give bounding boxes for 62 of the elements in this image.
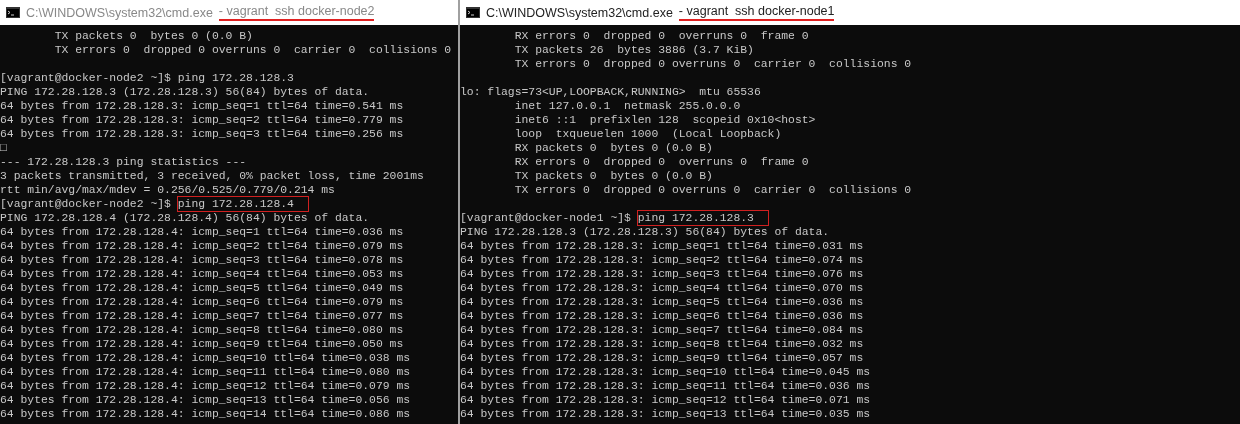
console-line: 64 bytes from 172.28.128.3: icmp_seq=2 ttl=64 time=0.074 ms	[460, 253, 864, 267]
console-line: PING 172.28.128.3 (172.28.128.3) 56(84) bytes of data.	[0, 85, 370, 99]
console-line: TX packets 26 bytes 3886 (3.7 KiB)	[513, 43, 754, 57]
session-title: - vagrant ssh docker-node1	[678, 4, 835, 21]
console-line: 3 packets transmitted, 3 received, 0% packet loss, time 2001ms	[0, 169, 424, 183]
console-line: 64 bytes from 172.28.128.3: icmp_seq=13 ttl=64 time=0.035 ms	[460, 407, 871, 421]
console-line: TX packets 0 bytes 0 (0.0 B)	[53, 29, 253, 43]
console-line: inet 127.0.0.1 netmask 255.0.0.0	[513, 99, 741, 113]
window-title: C:\WINDOWS\system32\cmd.exe	[486, 5, 673, 20]
console-line: 64 bytes from 172.28.128.3: icmp_seq=12 ttl=64 time=0.071 ms	[460, 393, 871, 407]
console-line: 64 bytes from 172.28.128.3: icmp_seq=2 ttl=64 time=0.779 ms	[0, 113, 404, 127]
console-line: 64 bytes from 172.28.128.4: icmp_seq=6 ttl=64 time=0.079 ms	[0, 295, 404, 309]
console-line: lo: flags=73<UP,LOOPBACK,RUNNING> mtu 65536	[460, 85, 761, 99]
console-line: 64 bytes from 172.28.128.3: icmp_seq=8 ttl=64 time=0.032 ms	[460, 337, 864, 351]
console-line: 64 bytes from 172.28.128.3: icmp_seq=9 ttl=64 time=0.057 ms	[460, 351, 864, 365]
console-line: □	[0, 141, 7, 155]
console-line: TX errors 0 dropped 0 overruns 0 carrier 0 collisions 0	[53, 43, 452, 57]
console-line: TX packets 0 bytes 0 (0.0 B)	[513, 169, 713, 183]
console-line: 64 bytes from 172.28.128.4: icmp_seq=3 ttl=64 time=0.078 ms	[0, 253, 404, 267]
console-line: 64 bytes from 172.28.128.4: icmp_seq=5 ttl=64 time=0.049 ms	[0, 281, 404, 295]
console-line: 64 bytes from 172.28.128.4: icmp_seq=12 ttl=64 time=0.079 ms	[0, 379, 411, 393]
console-line: 64 bytes from 172.28.128.4: icmp_seq=7 ttl=64 time=0.077 ms	[0, 309, 404, 323]
console-line: 64 bytes from 172.28.128.3: icmp_seq=10 ttl=64 time=0.045 ms	[460, 365, 871, 379]
console-line: 64 bytes from 172.28.128.4: icmp_seq=13 ttl=64 time=0.056 ms	[0, 393, 411, 407]
console-line: 64 bytes from 172.28.128.3: icmp_seq=1 ttl=64 time=0.031 ms	[460, 239, 864, 253]
console-line: 64 bytes from 172.28.128.4: icmp_seq=2 ttl=64 time=0.079 ms	[0, 239, 404, 253]
console-line: RX errors 0 dropped 0 overruns 0 frame 0	[513, 29, 809, 43]
console-line: 64 bytes from 172.28.128.4: icmp_seq=11 ttl=64 time=0.080 ms	[0, 365, 411, 379]
console-line: TX errors 0 dropped 0 overruns 0 carrier 0 collisions 0	[513, 183, 912, 197]
console-line: 64 bytes from 172.28.128.3: icmp_seq=5 ttl=64 time=0.036 ms	[460, 295, 864, 309]
console-line: --- 172.28.128.3 ping statistics ---	[0, 155, 247, 169]
command-text: ping 172.28.128.3	[637, 211, 768, 225]
console-line: 64 bytes from 172.28.128.3: icmp_seq=3 ttl=64 time=0.076 ms	[460, 267, 864, 281]
console-line: loop txqueuelen 1000 (Local Loopback)	[513, 127, 782, 141]
console-line: RX packets 0 bytes 0 (0.0 B)	[513, 141, 713, 155]
console-line: TX errors 0 dropped 0 overruns 0 carrier 0 collisions 0	[513, 57, 912, 71]
command-text: ping 172.28.128.3	[177, 71, 294, 85]
console-line: 64 bytes from 172.28.128.4: icmp_seq=1 ttl=64 time=0.036 ms	[0, 225, 404, 239]
console-line: inet6 ::1 prefixlen 128 scopeid 0x10<host>	[513, 113, 816, 127]
console-icon	[466, 7, 480, 18]
console-line: 64 bytes from 172.28.128.3: icmp_seq=11 ttl=64 time=0.036 ms	[460, 379, 871, 393]
console-line: 64 bytes from 172.28.128.4: icmp_seq=4 ttl=64 time=0.053 ms	[0, 267, 404, 281]
console-line: 64 bytes from 172.28.128.3: icmp_seq=7 ttl=64 time=0.084 ms	[460, 323, 864, 337]
console-line: 64 bytes from 172.28.128.3: icmp_seq=3 ttl=64 time=0.256 ms	[0, 127, 404, 141]
shell-prompt: [vagrant@docker-node1 ~]$	[460, 211, 632, 225]
window-title: C:\WINDOWS\system32\cmd.exe	[26, 5, 213, 20]
console-line: PING 172.28.128.3 (172.28.128.3) 56(84) bytes of data.	[460, 225, 830, 239]
console-line: 64 bytes from 172.28.128.4: icmp_seq=10 ttl=64 time=0.038 ms	[0, 351, 411, 365]
console-line: RX errors 0 dropped 0 overruns 0 frame 0	[513, 155, 809, 169]
console-line: 64 bytes from 172.28.128.4: icmp_seq=14 ttl=64 time=0.086 ms	[0, 407, 411, 421]
shell-prompt: [vagrant@docker-node2 ~]$	[0, 71, 172, 85]
console-line: PING 172.28.128.4 (172.28.128.4) 56(84) bytes of data.	[0, 211, 370, 225]
console-line: 64 bytes from 172.28.128.4: icmp_seq=9 ttl=64 time=0.050 ms	[0, 337, 404, 351]
session-title: - vagrant ssh docker-node2	[218, 4, 375, 21]
console-line: 64 bytes from 172.28.128.4: icmp_seq=8 ttl=64 time=0.080 ms	[0, 323, 404, 337]
console-line: 64 bytes from 172.28.128.3: icmp_seq=1 ttl=64 time=0.541 ms	[0, 99, 404, 113]
console-line: 64 bytes from 172.28.128.3: icmp_seq=4 ttl=64 time=0.070 ms	[460, 281, 864, 295]
console-icon	[6, 7, 20, 18]
console-line: rtt min/avg/max/mdev = 0.256/0.525/0.779/0.214 ms	[0, 183, 335, 197]
command-text: ping 172.28.128.4	[177, 197, 308, 211]
shell-prompt: [vagrant@docker-node2 ~]$	[0, 197, 172, 211]
console-line: 64 bytes from 172.28.128.3: icmp_seq=6 ttl=64 time=0.036 ms	[460, 309, 864, 323]
